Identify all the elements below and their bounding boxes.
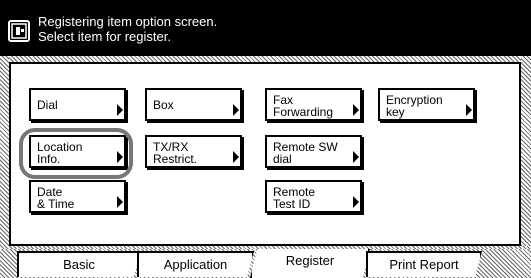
fax-forwarding-label: Fax Forwarding <box>273 93 334 119</box>
remote-test-id-label: Remote Test ID <box>273 185 316 211</box>
arrow-right-icon <box>233 104 239 116</box>
location-info-label: Location Info. <box>37 140 83 166</box>
arrow-right-icon <box>353 151 359 163</box>
location-info-button[interactable]: Location Info. <box>29 135 126 168</box>
date-time-label: Date & Time <box>37 185 75 211</box>
message-text: Registering item option screen. Select i… <box>38 14 217 44</box>
arrow-right-icon <box>353 196 359 208</box>
tab-print-report[interactable]: Print Report <box>366 251 482 277</box>
tab-application[interactable]: Application <box>137 251 254 277</box>
encryption-key-button[interactable]: Encryption key <box>378 88 475 121</box>
txrx-restrict-button[interactable]: TX/RX Restrict. <box>145 135 242 168</box>
tab-basic[interactable]: Basic <box>17 251 141 277</box>
dial-label: Dial <box>37 98 58 112</box>
fax-forwarding-button[interactable]: Fax Forwarding <box>265 88 362 121</box>
screen: Registering item option screen. Select i… <box>0 0 531 278</box>
box-button[interactable]: Box <box>145 88 242 121</box>
date-time-button[interactable]: Date & Time <box>29 180 126 213</box>
remote-sw-dial-button[interactable]: Remote SW dial <box>265 135 362 168</box>
panel-icon <box>8 20 30 42</box>
box-label: Box <box>153 98 174 112</box>
txrx-restrict-label: TX/RX Restrict. <box>153 140 198 166</box>
arrow-right-icon <box>466 104 472 116</box>
message-line-1: Registering item option screen. <box>38 14 218 29</box>
arrow-right-icon <box>117 151 123 163</box>
arrow-right-icon <box>117 196 123 208</box>
hatch-left <box>0 56 9 250</box>
remote-test-id-button[interactable]: Remote Test ID <box>265 180 362 213</box>
arrow-right-icon <box>353 104 359 116</box>
hatch-right <box>521 56 531 250</box>
remote-sw-dial-label: Remote SW dial <box>273 140 338 166</box>
message-line-2: Select item for register. <box>38 29 171 44</box>
encryption-key-label: Encryption key <box>386 93 443 119</box>
arrow-right-icon <box>233 151 239 163</box>
message-bar: Registering item option screen. Select i… <box>0 0 531 56</box>
arrow-right-icon <box>117 104 123 116</box>
tab-register[interactable]: Register <box>250 249 370 278</box>
dial-button[interactable]: Dial <box>29 88 126 121</box>
tab-bar: Basic Application Register Print Report <box>0 249 531 278</box>
